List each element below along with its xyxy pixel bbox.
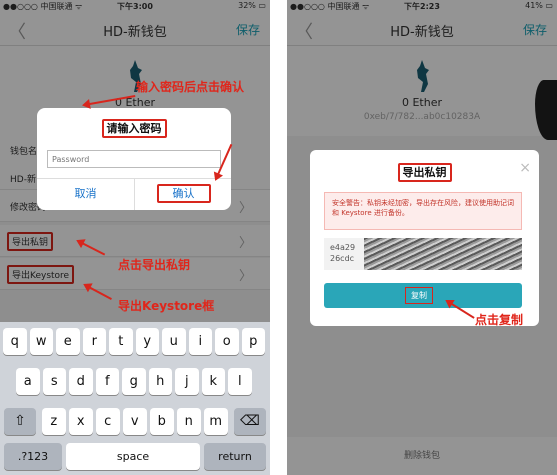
keyboard: qwertyuiop asdfghjkl zxcvbnm ⇧ ⌫ .?123 s… [0,322,270,475]
key-w[interactable]: w [29,328,53,355]
cancel-button[interactable]: 取消 [37,185,134,201]
copy-button-label: 复制 [405,287,433,304]
annotation-export-key: 点击导出私钥 [118,258,191,272]
key-l[interactable]: l [228,368,252,395]
password-dialog: 请输入密码 取消 确认 [37,108,231,210]
dialog-title: 导出私钥 [397,163,452,182]
confirm-button[interactable]: 确认 [156,184,211,203]
key-r[interactable]: r [82,328,106,355]
key-b[interactable]: b [150,408,174,435]
key-s[interactable]: s [42,368,66,395]
key-t[interactable]: t [109,328,133,355]
numbers-key[interactable]: .?123 [4,443,62,470]
key-q[interactable]: q [3,328,27,355]
security-warning: 安全警告：私钥未经加密，导出存在风险，建议使用助记词和 Keystore 进行备… [324,192,522,230]
shift-key[interactable]: ⇧ [4,408,36,435]
dialog-title: 请输入密码 [101,119,167,138]
private-key-box[interactable]: e4a29 26cdc [324,238,522,270]
panel-divider [270,0,287,475]
export-key-dialog: 导出私钥 × 安全警告：私钥未经加密，导出存在风险，建议使用助记词和 Keyst… [310,150,539,326]
key-z[interactable]: z [42,408,66,435]
key-y[interactable]: y [135,328,159,355]
key-g[interactable]: g [122,368,146,395]
annotation-export-keystore: 导出Keystore框 [118,299,215,313]
annotation-enter-password: 输入密码后点击确认 [136,80,245,94]
key-f[interactable]: f [95,368,119,395]
password-input[interactable] [47,150,221,168]
left-phone-screen: ●●○○○ 中国联通 ᯤ 下午3:00 32% ▭ 〈 HD-新钱包 保存 0 … [0,0,270,475]
redaction-scribble [364,238,522,270]
copy-button[interactable]: 复制 [324,283,522,308]
delete-key[interactable]: ⌫ [234,408,266,435]
key-o[interactable]: o [215,328,239,355]
key-n[interactable]: n [177,408,201,435]
key-j[interactable]: j [175,368,199,395]
key-a[interactable]: a [16,368,40,395]
annotation-click-copy: 点击复制 [475,313,524,327]
key-x[interactable]: x [69,408,93,435]
key-e[interactable]: e [56,328,80,355]
key-k[interactable]: k [201,368,225,395]
key-d[interactable]: d [69,368,93,395]
key-m[interactable]: m [204,408,228,435]
close-icon[interactable]: × [519,160,531,176]
key-v[interactable]: v [123,408,147,435]
key-u[interactable]: u [162,328,186,355]
key-p[interactable]: p [241,328,265,355]
space-key[interactable]: space [66,443,200,470]
key-i[interactable]: i [188,328,212,355]
return-key[interactable]: return [204,443,266,470]
key-c[interactable]: c [96,408,120,435]
key-h[interactable]: h [148,368,172,395]
right-phone-screen: ●●○○○ 中国联通 ᯤ 下午2:23 41% ▭ 〈 HD-新钱包 保存 0 … [287,0,557,475]
